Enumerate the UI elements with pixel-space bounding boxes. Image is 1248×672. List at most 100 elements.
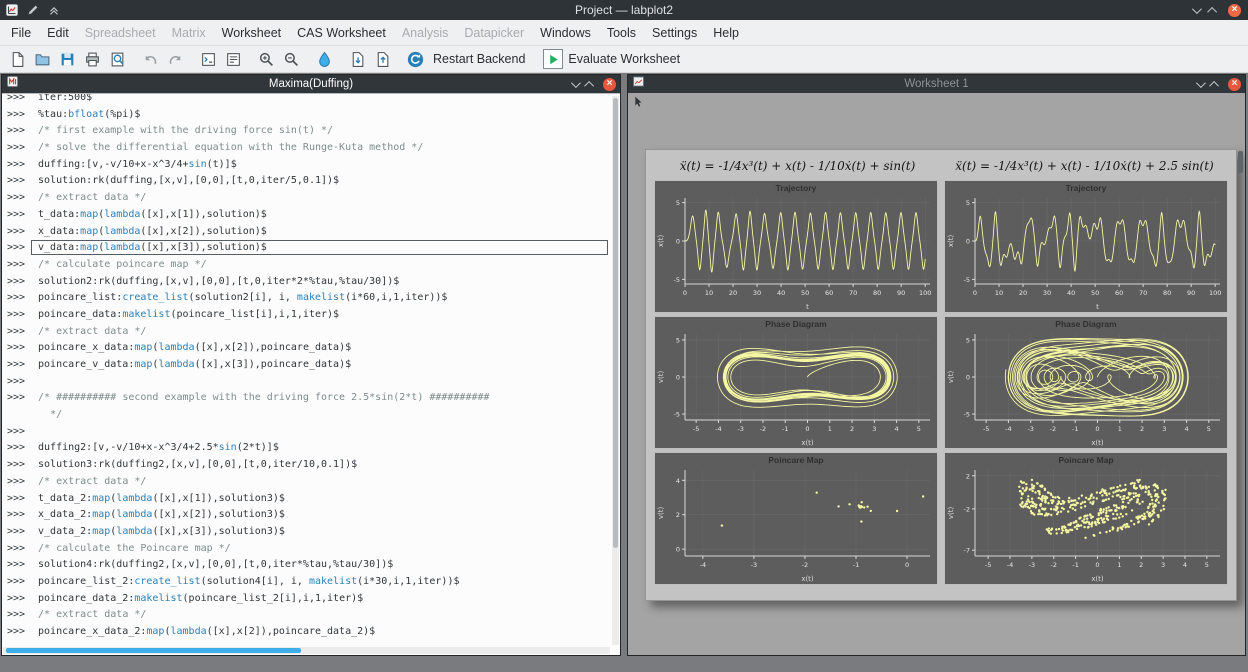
code-line-8[interactable]: >>> x_data:map(lambda([x],x[2]),solution… <box>7 224 608 241</box>
zoom-in-button[interactable] <box>254 47 279 71</box>
code-line-26[interactable]: >>> v_data_2:map(lambda([x],x[3]),soluti… <box>7 524 608 541</box>
worksheet-scrollbar-handle[interactable] <box>1238 151 1243 173</box>
print-preview-button[interactable] <box>105 47 130 71</box>
menu-settings[interactable]: Settings <box>644 20 705 45</box>
insert-command-entry-button[interactable] <box>196 47 221 71</box>
trajectory-2-plot[interactable]: Trajectory010203040506070809010050-5tx(t… <box>944 180 1228 313</box>
undo-button[interactable] <box>138 47 163 71</box>
redo-button[interactable] <box>163 47 188 71</box>
save-button[interactable] <box>55 47 80 71</box>
phase-2-plot[interactable]: Phase Diagram-5-4-3-2-101234550-5x(t)v(t… <box>944 316 1228 449</box>
code-line-4[interactable]: >>> duffing:[v,-v/10+x-x^3/4+sin(t)]$ <box>7 157 608 174</box>
code-line-7[interactable]: >>> t_data:map(lambda([x],x[1]),solution… <box>7 207 608 224</box>
color-droplet-button[interactable] <box>312 47 337 71</box>
menu-worksheet[interactable]: Worksheet <box>214 20 290 45</box>
menu-edit[interactable]: Edit <box>39 20 77 45</box>
maximize-icon[interactable] <box>1212 81 1219 88</box>
code-line-28[interactable]: >>> solution4:rk(duffing2,[x,v],[0,0],[t… <box>7 557 608 574</box>
code-line-2[interactable]: >>> /* first example with the driving fo… <box>7 123 608 140</box>
titlebar[interactable]: Project — labplot2 × <box>0 0 1248 20</box>
svg-text:0: 0 <box>966 238 970 246</box>
code-line-1[interactable]: >>> %tau:bfloat(%pi)$ <box>7 107 608 124</box>
menu-tools[interactable]: Tools <box>599 20 644 45</box>
menu-datapicker[interactable]: Datapicker <box>456 20 532 45</box>
prompt: >>> <box>7 374 32 391</box>
maximize-icon[interactable] <box>1210 7 1217 14</box>
menu-spreadsheet[interactable]: Spreadsheet <box>77 20 164 45</box>
code-line-10[interactable]: >>> /* calculate poincare map */ <box>7 257 608 274</box>
code-line-3[interactable]: >>> /* solve the differential equation w… <box>7 140 608 157</box>
code-line-23[interactable]: >>> /* extract data */ <box>7 474 608 491</box>
code-line-31[interactable]: >>> /* extract data */ <box>7 607 608 624</box>
horizontal-scrollbar-handle[interactable] <box>6 648 301 653</box>
svg-text:-3: -3 <box>1029 561 1035 569</box>
restart-backend-label[interactable]: Restart Backend <box>433 52 525 66</box>
code-line-25[interactable]: >>> x_data_2:map(lambda([x],x[2]),soluti… <box>7 507 608 524</box>
menu-help[interactable]: Help <box>705 20 747 45</box>
open-document-button[interactable] <box>30 47 55 71</box>
restart-backend-button[interactable] <box>403 47 428 71</box>
code-line-5[interactable]: >>> solution:rk(duffing,[x,v],[0,0],[t,0… <box>7 173 608 190</box>
code-line-27[interactable]: >>> /* calculate the Poincare map */ <box>7 541 608 558</box>
code-line-16[interactable]: >>> poincare_v_data:map(lambda([x],x[3])… <box>7 357 608 374</box>
trajectory-1-plot[interactable]: Trajectory010203040506070809010050-5tx(t… <box>654 180 938 313</box>
code-line-29[interactable]: >>> poincare_list_2:create_list(solution… <box>7 574 608 591</box>
worksheet-view[interactable]: ẍ(t) = -1/4x³(t) + x(t) - 1/10ẋ(t) + sin… <box>628 93 1245 655</box>
menu-cas-worksheet[interactable]: CAS Worksheet <box>289 20 394 45</box>
maximize-icon[interactable] <box>587 81 594 88</box>
code-line-18[interactable]: >>> /* ########## second example with th… <box>7 390 608 407</box>
cursor-icon[interactable] <box>631 95 645 109</box>
svg-text:0: 0 <box>1095 561 1099 569</box>
horizontal-scrollbar[interactable] <box>3 647 610 654</box>
edit-icon[interactable] <box>26 3 40 17</box>
keep-above-icon[interactable] <box>47 3 61 17</box>
vertical-scrollbar[interactable] <box>612 96 619 645</box>
code-line-6[interactable]: >>> /* extract data */ <box>7 190 608 207</box>
code-line-14[interactable]: >>> /* extract data */ <box>7 324 608 341</box>
code-line-20[interactable]: >>> <box>7 424 608 441</box>
code-line-0[interactable]: >>> iter:500$ <box>7 93 608 107</box>
evaluate-worksheet-label[interactable]: Evaluate Worksheet <box>568 52 680 66</box>
minimize-icon[interactable] <box>571 81 578 88</box>
menu-file[interactable]: File <box>3 20 39 45</box>
minimize-icon[interactable] <box>1196 81 1203 88</box>
menu-matrix[interactable]: Matrix <box>164 20 214 45</box>
code-line-12[interactable]: >>> poincare_list:create_list(solution2[… <box>7 290 608 307</box>
worksheet-titlebar[interactable]: Worksheet 1 × <box>628 75 1245 93</box>
close-icon[interactable]: × <box>603 78 616 91</box>
code-line-19[interactable]: */ <box>7 407 608 424</box>
code-line-11[interactable]: >>> solution2:rk(duffing,[x,v],[0,0],[t,… <box>7 274 608 291</box>
zoom-out-button[interactable] <box>279 47 304 71</box>
close-icon[interactable]: × <box>1228 78 1241 91</box>
print-button[interactable] <box>80 47 105 71</box>
code-line-15[interactable]: >>> poincare_x_data:map(lambda([x],x[2])… <box>7 340 608 357</box>
evaluate-worksheet-button[interactable] <box>543 49 563 69</box>
code-line-17[interactable]: >>> <box>7 374 608 391</box>
menu-windows[interactable]: Windows <box>532 20 599 45</box>
close-icon[interactable]: × <box>1228 4 1241 17</box>
code-line-30[interactable]: >>> poincare_data_2:makelist(poincare_li… <box>7 591 608 608</box>
import-file-button[interactable] <box>345 47 370 71</box>
code-line-9[interactable]: >>> v_data:map(lambda([x],x[3]),solution… <box>7 240 608 257</box>
code-text: %tau:bfloat(%pi)$ <box>32 109 140 120</box>
maxima-titlebar[interactable]: Maxima(Duffing) × <box>2 75 620 93</box>
svg-text:x(t): x(t) <box>801 439 814 447</box>
code-line-24[interactable]: >>> t_data_2:map(lambda([x],x[1]),soluti… <box>7 491 608 508</box>
svg-text:-2: -2 <box>964 505 970 513</box>
code-line-32[interactable]: >>> poincare_x_data_2:map(lambda([x],x[2… <box>7 624 608 641</box>
phase-1-plot[interactable]: Phase Diagram-5-4-3-2-101234550-5x(t)v(t… <box>654 316 938 449</box>
poincare-1-plot[interactable]: Poincare Map-4-3-2-10420x(t)v(t) <box>654 452 938 585</box>
insert-text-entry-button[interactable] <box>221 47 246 71</box>
export-file-button[interactable] <box>370 47 395 71</box>
poincare-2-plot[interactable]: Poincare Map-5-4-3-2-10123452-2-7x(t)v(t… <box>944 452 1228 585</box>
code-line-13[interactable]: >>> poincare_data:makelist(poincare_list… <box>7 307 608 324</box>
worksheet-page[interactable]: ẍ(t) = -1/4x³(t) + x(t) - 1/10ẋ(t) + sin… <box>645 149 1237 601</box>
minimize-icon[interactable] <box>1192 7 1199 14</box>
new-document-button[interactable] <box>5 47 30 71</box>
prompt: >>> <box>7 457 32 474</box>
vertical-scrollbar-handle[interactable] <box>613 98 618 548</box>
cas-code-editor[interactable]: >>> iter:500$>>> %tau:bfloat(%pi)$>>> /*… <box>2 93 620 655</box>
menu-analysis[interactable]: Analysis <box>394 20 457 45</box>
code-line-22[interactable]: >>> solution3:rk(duffing2,[x,v],[0,0],[t… <box>7 457 608 474</box>
code-line-21[interactable]: >>> duffing2:[v,-v/10+x-x^3/4+2.5*sin(2*… <box>7 440 608 457</box>
